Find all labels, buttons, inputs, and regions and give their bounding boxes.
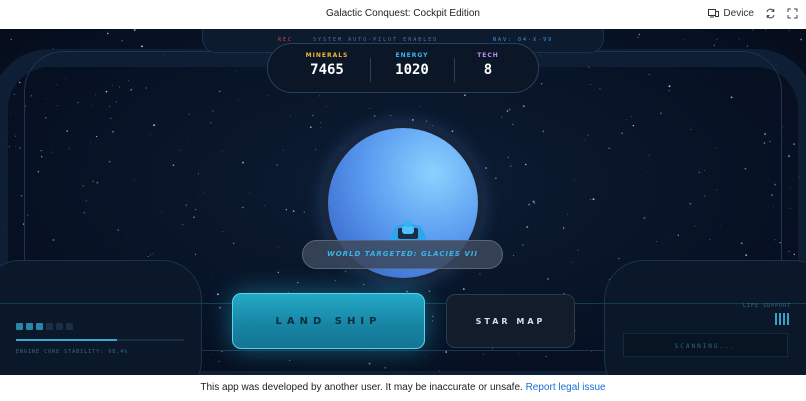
left-console xyxy=(0,260,202,375)
device-icon xyxy=(707,7,719,19)
energy-stat: ENERGY 1020 xyxy=(382,52,442,78)
app-title: Galactic Conquest: Cockpit Edition xyxy=(326,8,480,19)
resource-divider xyxy=(454,58,455,82)
stability-text: ENGINE CORE STABILITY: 98.4% xyxy=(16,349,129,355)
top-actions: Device xyxy=(707,7,798,19)
resource-panel: MINERALS 7465 ENERGY 1020 TECH 8 xyxy=(267,43,539,93)
footer-notice: This app was developed by another user. … xyxy=(0,382,806,393)
game-viewport: REC SYSTEM AUTO-PILOT ENABLED NAV: 04-X-… xyxy=(0,29,806,375)
stability-fill xyxy=(16,339,117,341)
target-banner: WORLD TARGETED: GLACIES VII xyxy=(302,240,503,269)
minerals-stat: MINERALS 7465 xyxy=(297,52,357,78)
minerals-label: MINERALS xyxy=(305,52,349,59)
land-ship-button[interactable]: LAND SHIP xyxy=(232,293,425,349)
footer-bar: This app was developed by another user. … xyxy=(0,375,806,401)
tech-stat: TECH 8 xyxy=(458,52,518,78)
energy-label: ENERGY xyxy=(395,52,429,59)
status-pip xyxy=(16,323,23,330)
minerals-value: 7465 xyxy=(310,62,344,78)
star-map-button[interactable]: STAR MAP xyxy=(446,294,575,348)
window-titlebar: Galactic Conquest: Cockpit Edition Devic… xyxy=(0,0,806,29)
status-pip xyxy=(46,323,53,330)
resource-divider xyxy=(370,58,371,82)
status-pips xyxy=(16,323,73,330)
tech-label: TECH xyxy=(477,52,499,59)
stability-bar xyxy=(16,339,184,341)
tech-value: 8 xyxy=(483,62,493,78)
life-support-bars xyxy=(775,313,789,325)
device-label: Device xyxy=(723,7,754,19)
status-pip xyxy=(26,323,33,330)
status-pip xyxy=(36,323,43,330)
status-pip xyxy=(56,323,63,330)
refresh-icon[interactable] xyxy=(764,7,776,19)
target-text: WORLD TARGETED: GLACIES VII xyxy=(327,250,478,258)
report-legal-link[interactable]: Report legal issue xyxy=(526,382,606,393)
star-map-label: STAR MAP xyxy=(475,317,546,326)
life-support-label: LIFE SUPPORT xyxy=(743,303,792,309)
footer-notice-text: This app was developed by another user. … xyxy=(200,382,523,393)
land-ship-label: LAND SHIP xyxy=(275,316,382,327)
status-pip xyxy=(66,323,73,330)
device-button[interactable]: Device xyxy=(707,7,754,19)
fullscreen-icon[interactable] xyxy=(786,7,798,19)
energy-value: 1020 xyxy=(395,62,429,78)
scanner-display: SCANNING... xyxy=(623,333,788,357)
scanning-text: SCANNING... xyxy=(674,343,737,350)
